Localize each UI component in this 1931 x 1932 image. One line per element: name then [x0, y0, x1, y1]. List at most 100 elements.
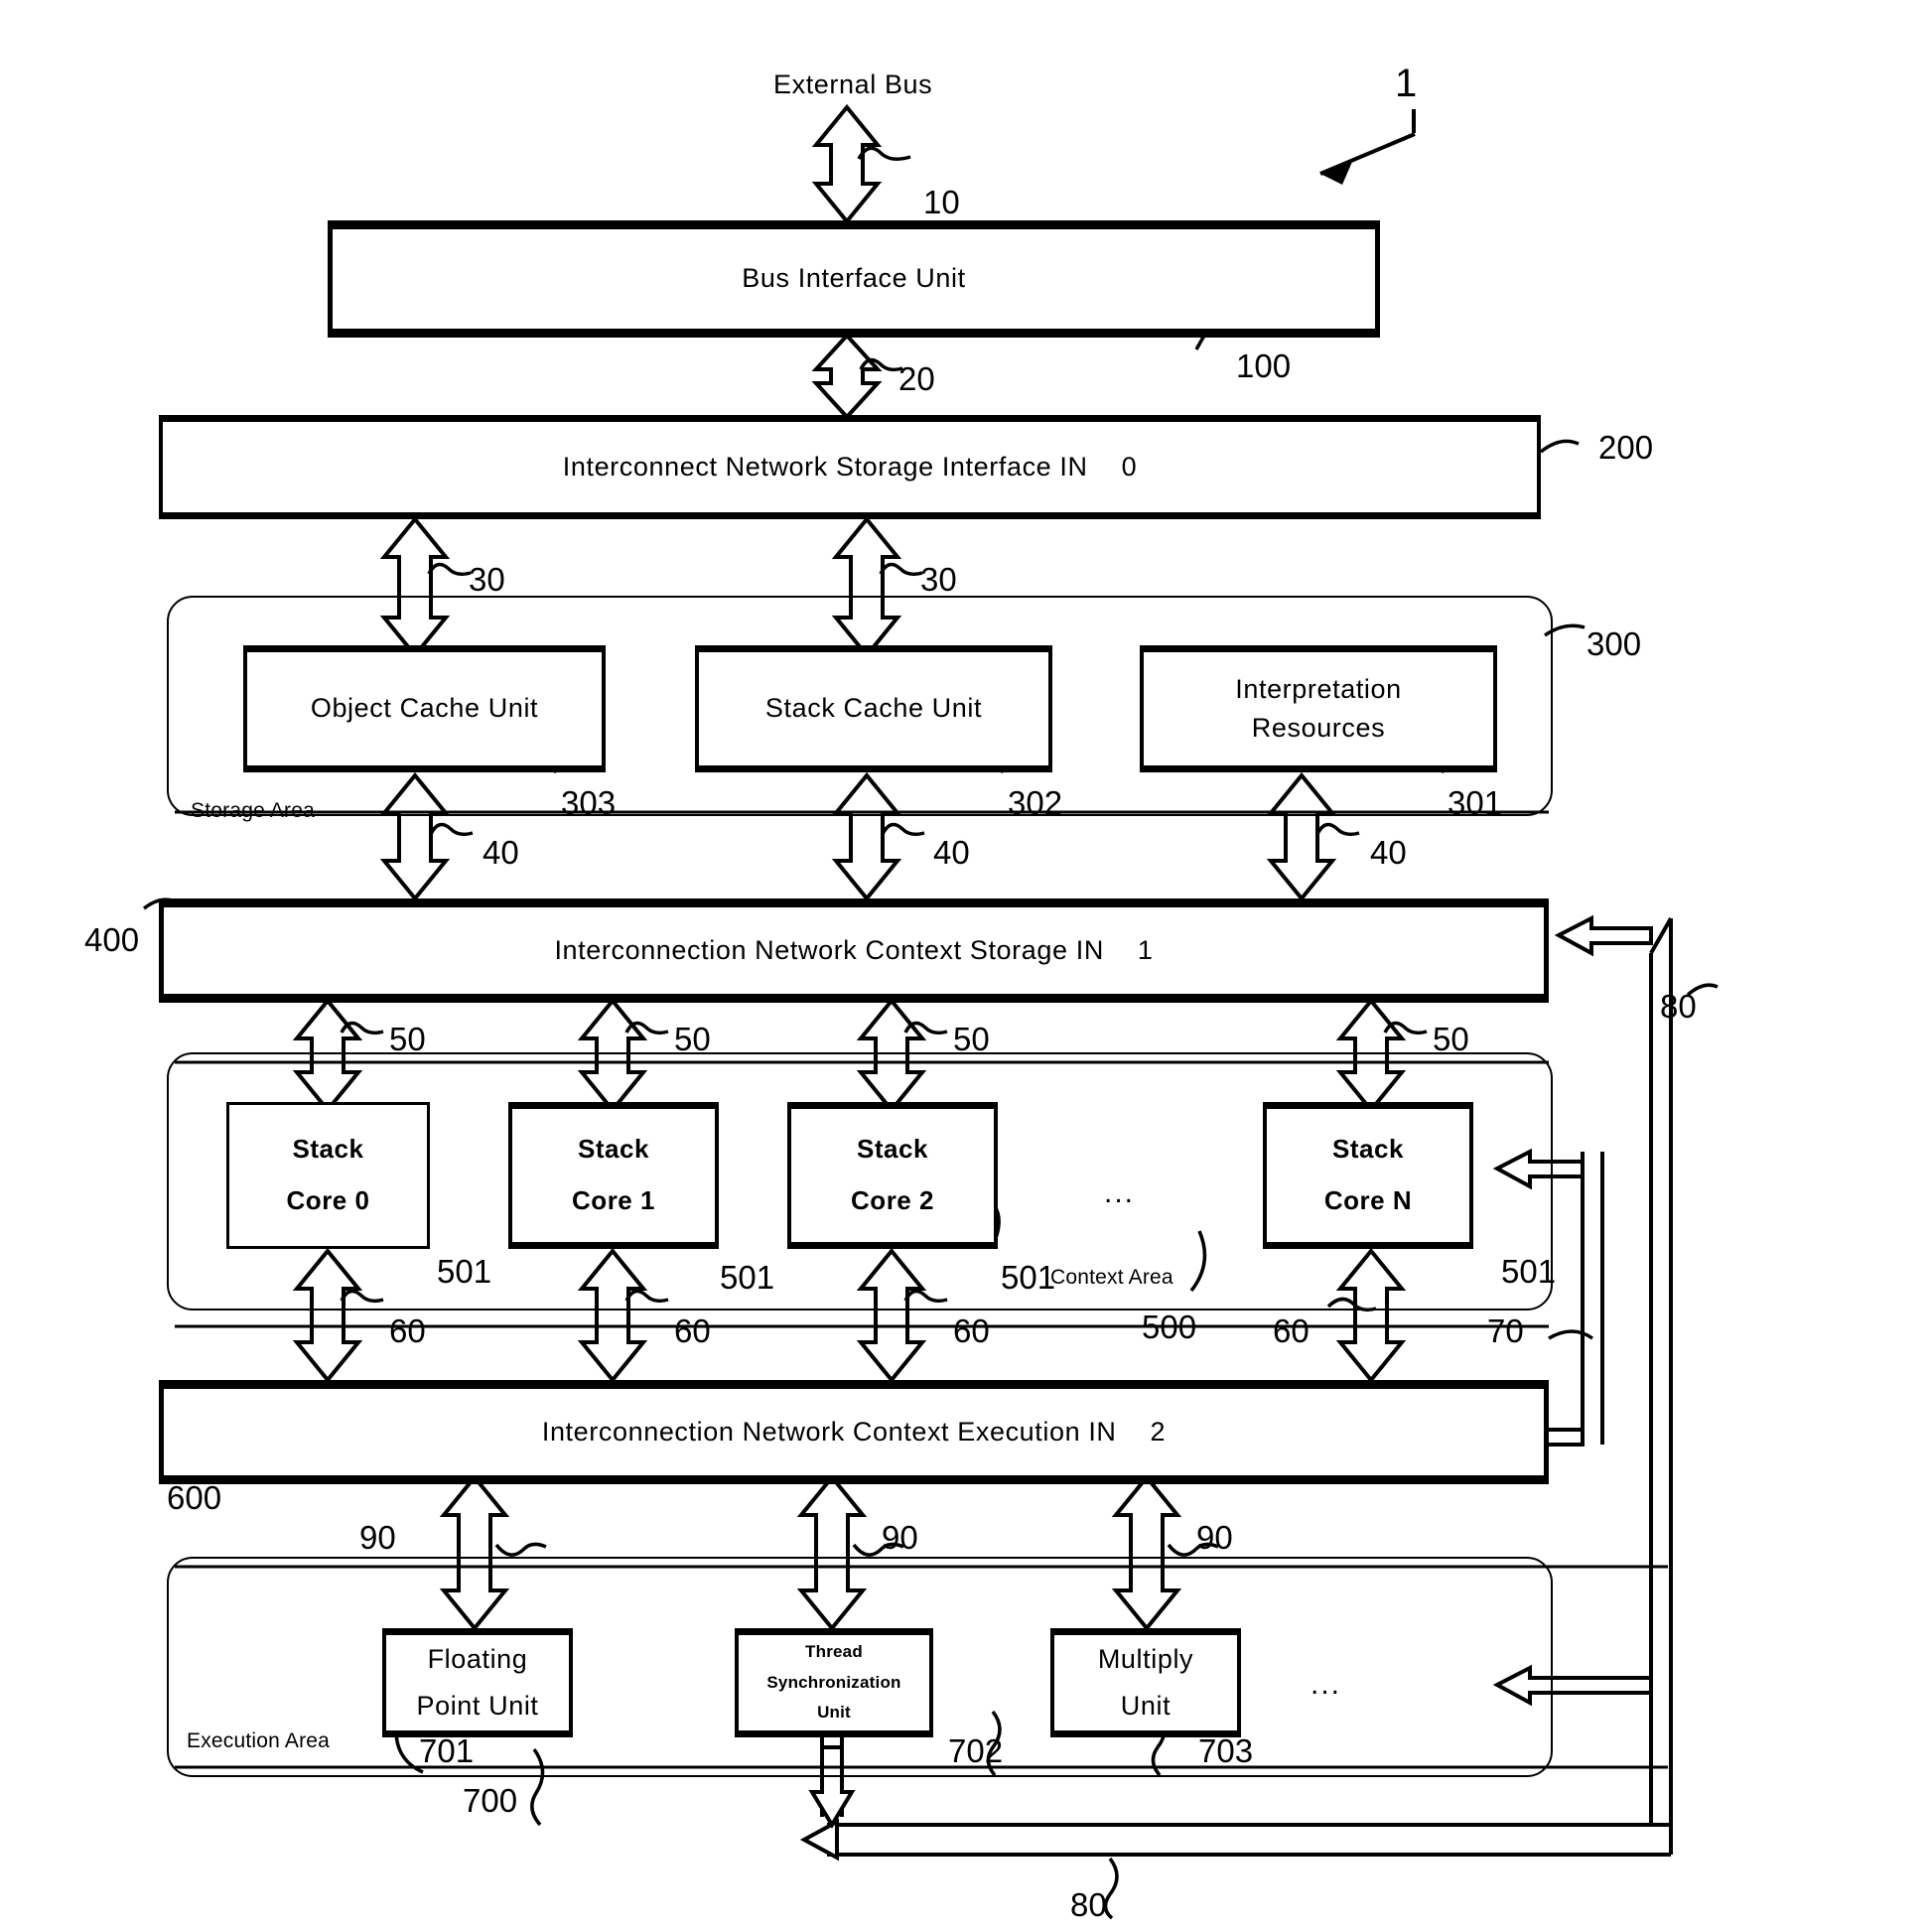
stack-core-1[interactable]: Stack Core 1: [508, 1102, 719, 1249]
interpretation-resources-line1: Interpretation: [1235, 673, 1402, 704]
leader-70: [1549, 1331, 1592, 1338]
interpretation-resources-unit[interactable]: Interpretation Resources: [1140, 645, 1497, 772]
context-execution-in[interactable]: Interconnection Network Context Executio…: [159, 1380, 1549, 1484]
leader-30a: [429, 565, 471, 575]
ref-30-b: 30: [920, 561, 957, 598]
ref-90-b: 90: [882, 1519, 918, 1556]
ref-60-c: 60: [953, 1312, 990, 1349]
stack-cache-unit-label: Stack Cache Unit: [764, 693, 983, 724]
ref-20: 20: [898, 360, 935, 397]
ref-501-d: 501: [1501, 1253, 1557, 1290]
stack-core-ellipsis: ...: [1104, 1176, 1136, 1209]
thread-synchronization-unit[interactable]: Thread Synchronization Unit: [735, 1628, 933, 1737]
thread-synchronization-unit-line3: Unit: [817, 1703, 851, 1723]
multiply-unit[interactable]: Multiply Unit: [1050, 1628, 1241, 1737]
stack-core-n[interactable]: Stack Core N: [1263, 1102, 1473, 1249]
context-storage-in-index: 1: [1137, 934, 1154, 965]
bus-interface-unit[interactable]: Bus Interface Unit: [328, 220, 1380, 338]
leader-50b: [626, 1024, 668, 1034]
ref-80-bottom: 80: [1070, 1886, 1107, 1923]
ref-501-c: 501: [1001, 1259, 1056, 1296]
ref-701: 701: [419, 1732, 475, 1769]
figure-ref-number: 1: [1395, 62, 1418, 105]
leader-30b: [881, 565, 922, 575]
external-bus-label: External Bus: [773, 69, 933, 99]
patent-figure: .hollow { fill:#fff; stroke:#000; stroke…: [0, 0, 1931, 1932]
context-execution-in-label: Interconnection Network Context Executio…: [541, 1416, 1117, 1447]
ref-60-b: 60: [674, 1312, 711, 1349]
arrow-biu-storage-in: [816, 336, 878, 417]
object-cache-unit[interactable]: Object Cache Unit: [243, 645, 606, 772]
stack-core-2-line1: Stack: [857, 1134, 928, 1165]
leader-40c: [1317, 825, 1359, 835]
ref-90-c: 90: [1196, 1519, 1233, 1556]
ref-500: 500: [1142, 1309, 1197, 1345]
storage-interface-in[interactable]: Interconnect Network Storage Interface I…: [159, 415, 1541, 519]
ref-100: 100: [1236, 347, 1292, 384]
floating-point-unit[interactable]: Floating Point Unit: [382, 1628, 573, 1737]
leader-10: [859, 148, 910, 159]
leader-80-bottom: [1105, 1859, 1117, 1918]
ref-40-a: 40: [483, 834, 519, 871]
bus-80-bottom: [804, 1822, 1671, 1858]
ref-703: 703: [1198, 1732, 1254, 1769]
ref-30-a: 30: [469, 561, 505, 598]
context-storage-in-label: Interconnection Network Context Storage …: [554, 934, 1104, 965]
leader-90a: [496, 1544, 546, 1555]
object-cache-unit-label: Object Cache Unit: [310, 693, 539, 724]
interpretation-resources-line2: Resources: [1251, 713, 1386, 743]
execution-unit-ellipsis: ...: [1310, 1668, 1342, 1701]
ref-60-a: 60: [389, 1312, 426, 1349]
context-area-label: Context Area: [1050, 1266, 1173, 1289]
storage-interface-in-label: Interconnect Network Storage Interface I…: [562, 451, 1088, 482]
storage-area-label: Storage Area: [191, 799, 315, 822]
floating-point-unit-line1: Floating: [427, 1643, 528, 1674]
stack-core-n-line1: Stack: [1332, 1134, 1404, 1165]
execution-area-label: Execution Area: [187, 1729, 331, 1752]
arrow-external-bus: [816, 107, 878, 221]
multiply-unit-line2: Unit: [1120, 1691, 1172, 1721]
figure-ref-arrow: [1320, 109, 1415, 185]
ref-300: 300: [1586, 625, 1642, 662]
stack-core-0-line1: Stack: [292, 1134, 364, 1165]
ref-501-b: 501: [720, 1259, 775, 1296]
thread-synchronization-unit-line2: Synchronization: [766, 1672, 901, 1692]
bus-interface-unit-label: Bus Interface Unit: [742, 263, 966, 294]
context-execution-in-index: 2: [1150, 1416, 1167, 1447]
thread-synchronization-unit-line1: Thread: [805, 1642, 863, 1662]
stack-core-1-line1: Stack: [578, 1134, 649, 1165]
stack-core-0-line2: Core 0: [286, 1185, 370, 1215]
stack-core-2-line2: Core 2: [851, 1185, 934, 1215]
stack-core-0[interactable]: Stack Core 0: [226, 1102, 430, 1249]
leader-40b: [883, 825, 924, 835]
leader-40a: [431, 825, 473, 835]
ref-60-d: 60: [1273, 1312, 1310, 1349]
floating-point-unit-line2: Point Unit: [416, 1691, 539, 1721]
leader-20: [861, 360, 902, 370]
ref-40-c: 40: [1370, 834, 1407, 871]
stack-core-n-line2: Core N: [1323, 1185, 1413, 1215]
ref-600: 600: [167, 1479, 222, 1516]
ref-700: 700: [463, 1782, 518, 1819]
ref-70: 70: [1487, 1312, 1524, 1349]
leader-200: [1541, 441, 1579, 452]
ref-90-a: 90: [359, 1519, 396, 1556]
bus-80-right: [1559, 918, 1671, 1827]
ref-302: 302: [1008, 784, 1063, 821]
leader-50c: [905, 1024, 947, 1034]
ref-702: 702: [948, 1732, 1004, 1769]
ref-400: 400: [84, 921, 140, 958]
ref-40-b: 40: [933, 834, 970, 871]
ref-10: 10: [923, 184, 960, 220]
storage-interface-in-index: 0: [1121, 451, 1138, 482]
stack-cache-unit[interactable]: Stack Cache Unit: [695, 645, 1052, 772]
leader-50a: [342, 1024, 383, 1034]
leader-50d: [1385, 1024, 1427, 1034]
ref-80-right: 80: [1660, 988, 1697, 1025]
ref-301: 301: [1448, 784, 1503, 821]
multiply-unit-line1: Multiply: [1097, 1643, 1194, 1674]
context-storage-in[interactable]: Interconnection Network Context Storage …: [159, 898, 1549, 1003]
ref-200: 200: [1598, 429, 1654, 466]
ref-501-a: 501: [437, 1253, 492, 1290]
stack-core-2[interactable]: Stack Core 2: [787, 1102, 998, 1249]
